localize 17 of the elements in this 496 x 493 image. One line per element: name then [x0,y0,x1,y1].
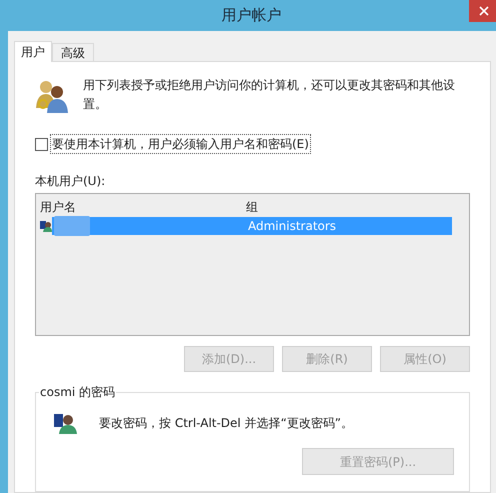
description-text: 用下列表授予或拒绝用户访问你的计算机，还可以更改其密码和其他设置。 [83,77,456,113]
tab[interactable]: 高级 [52,43,94,61]
column-header[interactable]: 组 [246,198,258,216]
users-icon [35,78,69,114]
close-button[interactable] [469,0,496,22]
window-title: 用户帐户 [222,5,282,26]
redacted-name [54,216,90,236]
password-message: 要改密码，按 Ctrl-Alt-Del 并选择“更改密码”。 [99,415,354,432]
column-header[interactable]: 用户名 [36,198,246,216]
checkbox-label[interactable]: 要使用本计算机，用户必须输入用户名和密码(E) [50,134,311,154]
close-icon [479,6,489,16]
user-key-icon [53,411,77,435]
user-icon [40,220,52,232]
table-cell-text: Administrators [248,218,336,235]
tab[interactable]: 用户 [14,41,52,62]
users-label: 本机用户(U): [35,173,106,190]
checkbox[interactable] [35,138,48,150]
